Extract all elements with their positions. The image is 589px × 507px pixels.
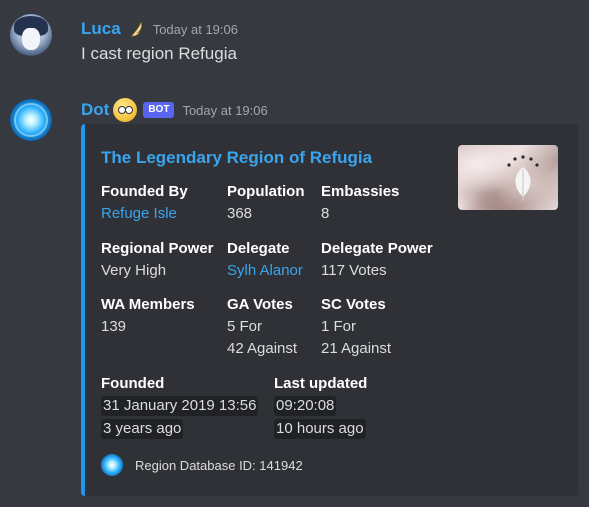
field-value: 368 — [227, 205, 253, 222]
field-name: Population — [227, 183, 305, 200]
region-embed: The Legendary Region of Refugia Founded … — [81, 124, 578, 496]
updated-time: 09:20:08 — [274, 396, 337, 416]
field-name: Founded — [101, 375, 165, 392]
embed-title-link[interactable]: The Legendary Region of Refugia — [101, 148, 372, 168]
founded-relative: 3 years ago — [101, 419, 184, 439]
avatar-luca[interactable] — [10, 14, 52, 56]
nationstates-icon — [101, 454, 123, 476]
field-sc-votes: SC Votes 1 For 21 Against — [321, 294, 391, 360]
field-value: 8 — [321, 205, 330, 222]
field-value: 42 Against — [227, 340, 298, 357]
field-name: Delegate — [227, 240, 290, 257]
region-flag-thumbnail[interactable] — [458, 145, 558, 210]
emoji-face-icon — [113, 98, 138, 122]
founded-date: 31 January 2019 13:56 — [101, 396, 259, 416]
field-name: Embassies — [321, 183, 400, 200]
bot-badge: BOT — [143, 102, 175, 118]
bird-icon — [129, 20, 145, 38]
timestamp: Today at 19:06 — [152, 21, 238, 37]
username-dot[interactable]: Dot — [81, 100, 109, 120]
field-name: Delegate Power — [321, 240, 433, 257]
embed-footer: Region Database ID: 141942 — [101, 454, 303, 476]
field-delegate: Delegate Sylh Alanor — [227, 238, 303, 282]
username-luca[interactable]: Luca — [81, 19, 121, 39]
field-name: Last updated — [274, 375, 368, 392]
founder-link[interactable]: Refuge Isle — [101, 203, 188, 225]
field-wa-members: WA Members 139 — [101, 294, 195, 338]
field-ga-votes: GA Votes 5 For 42 Against — [227, 294, 297, 360]
message-text: I cast region Refugia — [81, 44, 237, 63]
field-delegate-power: Delegate Power 117 Votes — [321, 238, 433, 282]
field-last-updated: Last updated 09:20:08 10 hours ago — [274, 373, 367, 441]
timestamp: Today at 19:06 — [182, 102, 268, 118]
avatar-dot[interactable] — [10, 99, 52, 141]
field-name: Founded By — [101, 183, 188, 200]
field-value: 1 For — [321, 318, 357, 335]
field-value: 21 Against — [321, 340, 392, 357]
field-name: GA Votes — [227, 296, 293, 313]
field-value: 117 Votes — [321, 262, 387, 279]
footer-text: Region Database ID: 141942 — [135, 457, 303, 473]
field-population: Population 368 — [227, 181, 305, 225]
field-name: Regional Power — [101, 240, 214, 257]
field-regional-power: Regional Power Very High — [101, 238, 214, 282]
field-value: Very High — [101, 262, 167, 279]
field-embassies: Embassies 8 — [321, 181, 399, 225]
field-value: 139 — [101, 318, 127, 335]
field-founded-by: Founded By Refuge Isle — [101, 181, 188, 225]
field-founded: Founded 31 January 2019 13:56 3 years ag… — [101, 373, 259, 441]
updated-relative: 10 hours ago — [274, 419, 366, 439]
message-header: Luca Today at 19:06 — [81, 18, 238, 40]
field-value: 5 For — [227, 318, 263, 335]
delegate-link[interactable]: Sylh Alanor — [227, 260, 303, 282]
field-name: SC Votes — [321, 296, 386, 313]
message-header: Dot BOT Today at 19:06 — [81, 98, 268, 122]
field-name: WA Members — [101, 296, 195, 313]
